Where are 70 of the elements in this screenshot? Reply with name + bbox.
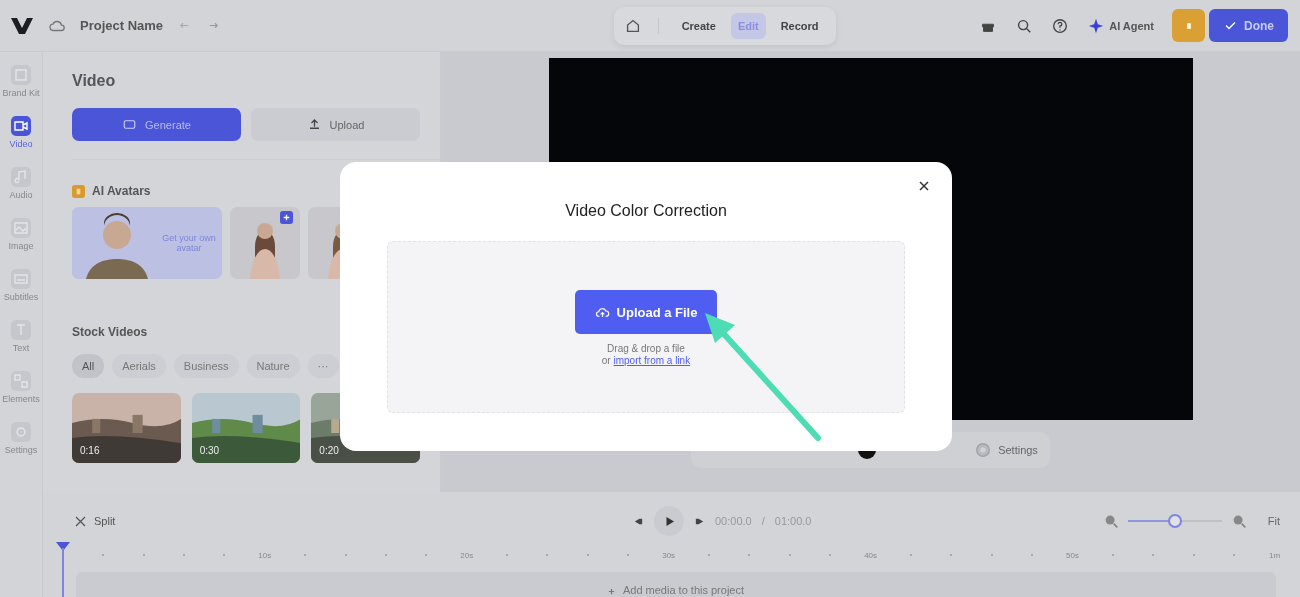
ruler-label: 20s bbox=[460, 550, 474, 560]
upload-file-button[interactable]: Upload a File bbox=[574, 290, 718, 334]
sidebar-icon bbox=[11, 116, 31, 136]
sidebar-icon bbox=[11, 371, 31, 391]
settings-button[interactable]: Settings bbox=[966, 435, 1046, 465]
mode-tab[interactable]: Record bbox=[773, 12, 826, 39]
ruler-label: 50s bbox=[1066, 550, 1079, 560]
plus-badge-icon bbox=[280, 211, 293, 224]
sidebar-item[interactable]: Image bbox=[8, 218, 34, 251]
empty-track[interactable]: Add media to this project bbox=[76, 572, 1276, 597]
promo-text: Get your own avatar bbox=[162, 232, 216, 254]
total-time: 01:00.0 bbox=[774, 515, 812, 527]
sidebar-item[interactable]: Elements bbox=[2, 371, 40, 404]
ruler-label: 10s bbox=[258, 550, 272, 560]
duration-label: 0:20 bbox=[319, 445, 339, 456]
done-button[interactable]: Done bbox=[1209, 9, 1288, 42]
sidebar-icon bbox=[11, 218, 31, 238]
sidebar-icon bbox=[11, 320, 31, 340]
section-title: AI Avatars bbox=[92, 184, 151, 198]
avatar-promo-card[interactable]: Get your own avatar bbox=[72, 207, 222, 279]
sidebar-item[interactable]: Text bbox=[11, 320, 31, 353]
sidebar-item[interactable]: Video bbox=[9, 116, 33, 149]
mode-tab[interactable]: Create bbox=[674, 12, 723, 39]
ai-agent-button[interactable]: AI Agent bbox=[1087, 16, 1154, 35]
zoom-slider[interactable] bbox=[1127, 514, 1222, 528]
filter-chip[interactable]: Aerials bbox=[112, 354, 166, 378]
panel-title: Video bbox=[72, 72, 117, 90]
video-thumbnail[interactable]: 0:30 bbox=[191, 393, 301, 463]
logo-icon bbox=[10, 15, 34, 36]
filter-chip[interactable]: Business bbox=[173, 354, 239, 378]
filter-chip[interactable]: All bbox=[72, 354, 105, 378]
ruler-label: 40s bbox=[864, 550, 878, 560]
playhead[interactable] bbox=[56, 542, 70, 597]
avatar-badge-icon bbox=[72, 184, 85, 198]
mode-tab[interactable]: Edit bbox=[730, 12, 766, 39]
dialog-title: Video Color Correction bbox=[565, 202, 727, 220]
import-link[interactable]: import from a link bbox=[613, 355, 691, 366]
play-button[interactable] bbox=[654, 506, 684, 536]
section-title: Stock Videos bbox=[72, 325, 149, 339]
sidebar-item[interactable]: Audio bbox=[9, 167, 33, 200]
sidebar-icon bbox=[11, 422, 31, 442]
duration-label: 0:16 bbox=[80, 445, 100, 456]
current-time: 00:00.0 bbox=[715, 515, 752, 527]
split-button[interactable]: Split bbox=[73, 513, 116, 529]
drop-zone[interactable]: Upload a File Drag & drop a file or import from a link bbox=[387, 241, 905, 413]
generate-icon bbox=[122, 117, 138, 132]
ruler-label: 30s bbox=[662, 550, 676, 560]
time-separator: / bbox=[761, 515, 765, 527]
sidebar-icon bbox=[11, 269, 31, 289]
upload-button[interactable]: Upload bbox=[251, 108, 420, 141]
or-text: or bbox=[601, 355, 611, 366]
help-icon[interactable] bbox=[1051, 16, 1070, 35]
duration-label: 0:30 bbox=[199, 445, 220, 456]
sidebar-icon bbox=[11, 65, 31, 85]
generate-button[interactable]: Generate bbox=[72, 108, 241, 141]
filter-chip[interactable]: ··· bbox=[307, 354, 339, 378]
sidebar-icon bbox=[11, 167, 31, 187]
filter-chip[interactable]: Nature bbox=[246, 354, 300, 378]
slider-thumb[interactable] bbox=[1167, 514, 1182, 528]
plus-icon bbox=[607, 588, 615, 595]
sidebar-item[interactable]: Subtitles bbox=[3, 269, 39, 302]
add-media-text: Add media to this project bbox=[622, 584, 745, 597]
sidebar-item[interactable]: Settings bbox=[4, 422, 38, 455]
project-name[interactable]: Project Name bbox=[80, 18, 164, 33]
video-thumbnail[interactable]: 0:16 bbox=[72, 393, 181, 463]
fit-button[interactable]: Fit bbox=[1267, 515, 1280, 527]
ruler-label: 1m bbox=[1268, 550, 1281, 560]
avatar-card[interactable] bbox=[230, 207, 300, 279]
sidebar-item[interactable]: Brand Kit bbox=[2, 65, 40, 98]
drop-hint: Drag & drop a file bbox=[607, 343, 685, 355]
